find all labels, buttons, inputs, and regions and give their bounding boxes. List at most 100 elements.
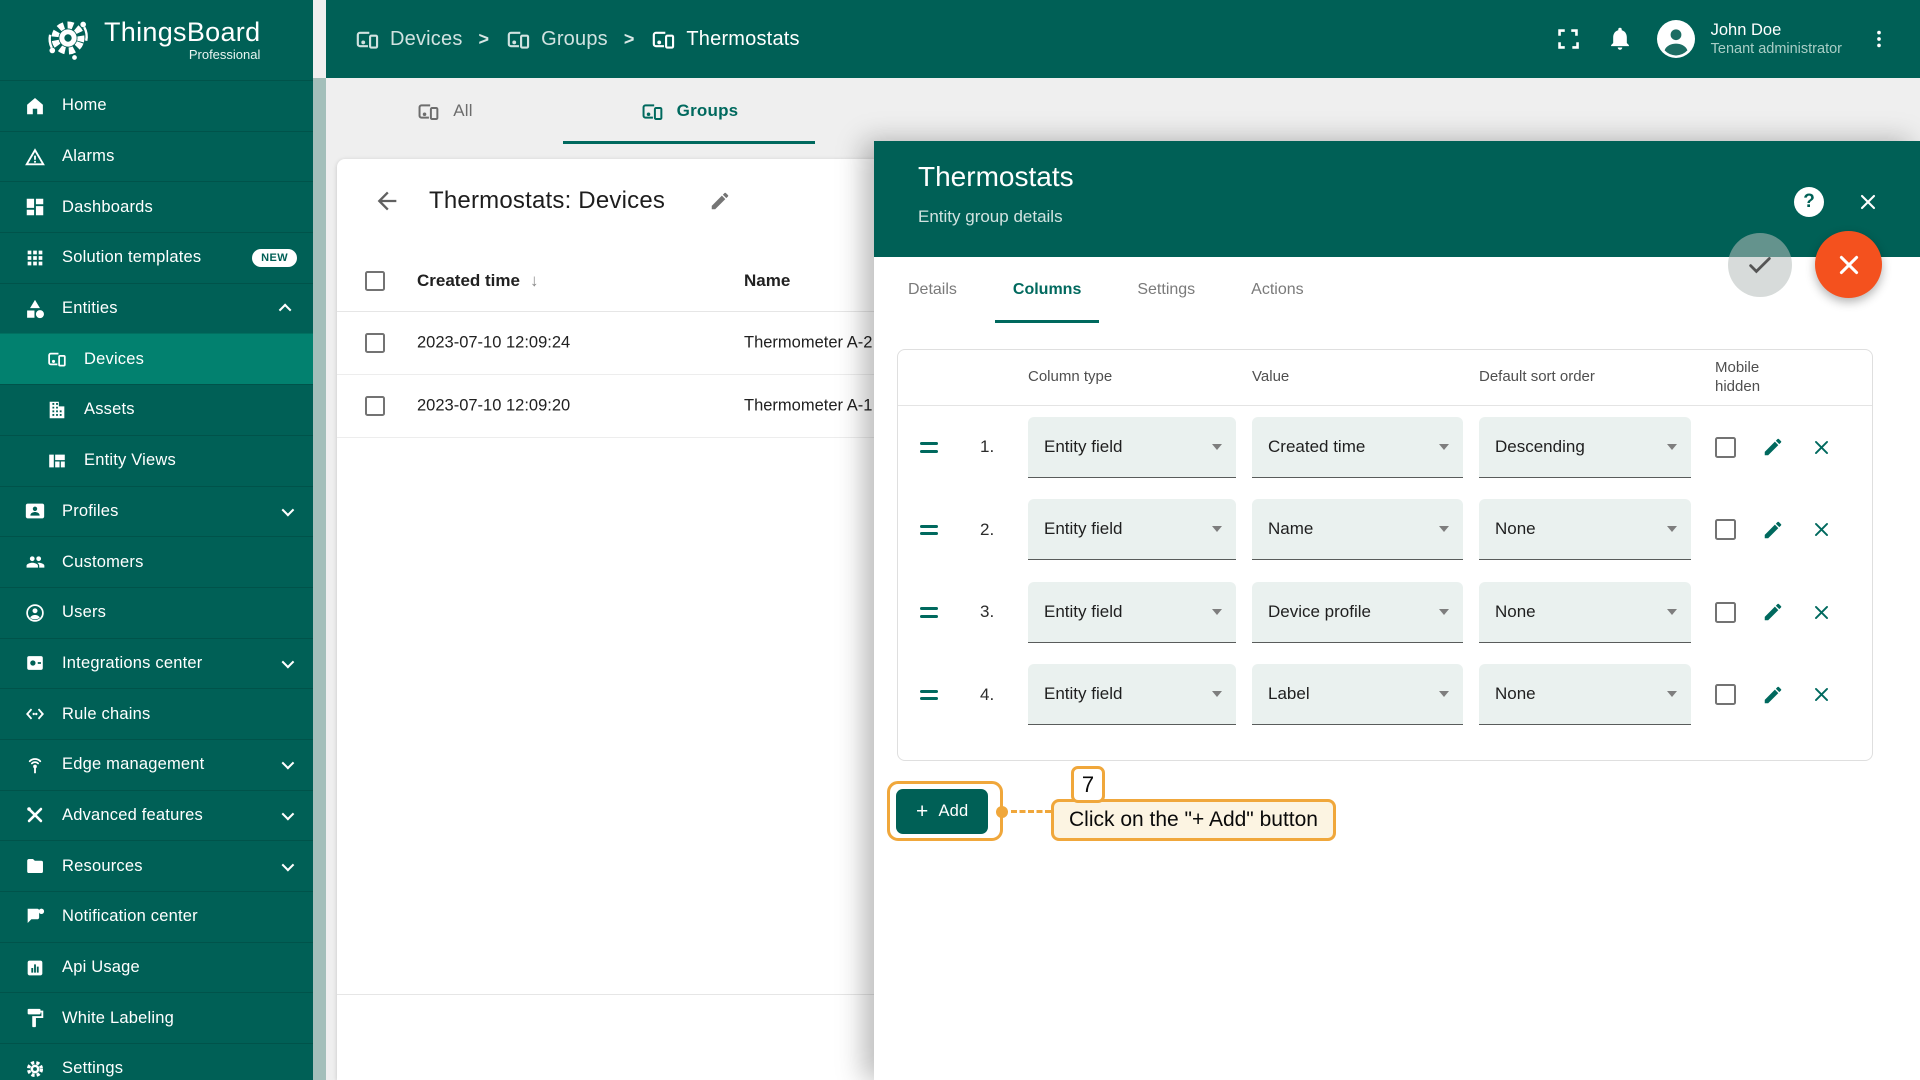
sidebar-item-notification-center[interactable]: Notification center [0,891,313,942]
advanced-features-icon [24,804,46,826]
sidebar-item-rule-chains[interactable]: Rule chains [0,688,313,739]
mobile-hidden-checkbox[interactable] [1715,519,1736,541]
tab-groups[interactable]: Groups [563,78,815,144]
drag-handle-icon[interactable] [920,607,938,618]
sidebar-item-solution-templates[interactable]: Solution templates NEW [0,232,313,283]
sidebar-item-edge-management[interactable]: Edge management [0,738,313,790]
chevron-down-icon [281,858,295,872]
edit-column-pencil-icon[interactable] [1762,436,1784,458]
tab-all[interactable]: All [326,78,563,144]
sidebar-item-dashboards[interactable]: Dashboards [0,181,313,232]
edit-title-pencil-icon[interactable] [709,190,731,212]
remove-column-x-icon[interactable] [1812,603,1831,622]
value-select[interactable]: Created time [1252,416,1463,478]
tab-details[interactable]: Details [880,257,985,323]
integrations-icon [24,652,46,674]
chevron-down-icon [281,807,295,821]
apply-changes-check-button[interactable] [1728,233,1792,297]
sidebar-item-alarms[interactable]: Alarms [0,130,313,182]
sort-order-select[interactable]: None [1479,581,1691,643]
column-type-select[interactable]: Entity field [1028,664,1236,726]
notifications-bell-icon[interactable] [1605,24,1635,54]
help-icon[interactable]: ? [1794,187,1824,217]
mobile-hidden-checkbox[interactable] [1715,436,1736,458]
tab-columns[interactable]: Columns [985,257,1109,323]
value-select[interactable]: Device profile [1252,581,1463,643]
entity-view-tabs: All Groups [326,78,1920,144]
sort-order-select[interactable]: None [1479,499,1691,561]
drag-handle-icon[interactable] [920,689,938,700]
sidebar-item-entities[interactable]: Entities [0,282,313,334]
select-all-checkbox[interactable] [365,271,385,291]
sidebar-item-api-usage[interactable]: Api Usage [0,941,313,993]
user-avatar[interactable] [1656,20,1695,58]
sidebar-item-devices[interactable]: Devices [0,333,313,385]
value-select[interactable]: Name [1252,499,1463,561]
dropdown-caret-icon [1667,443,1677,450]
remove-column-x-icon[interactable] [1812,520,1831,539]
row-checkbox[interactable] [365,333,385,353]
header-column-type: Column type [1028,368,1113,386]
drag-handle-icon[interactable] [920,524,938,535]
sidebar-item-settings[interactable]: Settings [0,1043,313,1080]
breadcrumb-separator: > [478,28,490,49]
column-header-created-time[interactable]: Created time ↓ [417,271,538,291]
sidebar-item-customers[interactable]: Customers [0,536,313,587]
edge-management-icon [24,754,46,776]
row-index: 4. [980,684,995,704]
entity-group-details-panel: Thermostats Entity group details ? Detai… [874,141,1920,1080]
sidebar-item-profiles[interactable]: Profiles [0,485,313,537]
value-select[interactable]: Label [1252,664,1463,726]
cancel-close-fab-button[interactable] [1815,231,1882,298]
close-icon[interactable] [1856,190,1880,214]
sidebar-item-home[interactable]: Home [0,80,313,131]
dropdown-caret-icon [1439,443,1449,450]
sidebar-item-white-labeling[interactable]: White Labeling [0,992,313,1043]
column-type-select[interactable]: Entity field [1028,499,1236,561]
mobile-hidden-checkbox[interactable] [1715,684,1736,706]
sidebar-item-advanced-features[interactable]: Advanced features [0,789,313,841]
breadcrumb-separator: > [623,28,635,49]
plus-icon: + [916,800,929,823]
mobile-hidden-checkbox[interactable] [1715,601,1736,623]
sidebar-item-users[interactable]: Users [0,586,313,638]
row-checkbox[interactable] [365,396,385,416]
dashboards-icon [24,196,46,218]
kebab-menu-icon[interactable] [1864,24,1894,54]
drag-handle-icon[interactable] [920,442,938,453]
user-info[interactable]: John Doe Tenant administrator [1711,20,1842,59]
row-index: 2. [980,519,995,539]
column-type-select[interactable]: Entity field [1028,416,1236,478]
sidebar-item-assets[interactable]: Assets [0,384,313,435]
sidebar-scrollbar[interactable] [313,78,326,1080]
devices-icon [650,26,677,53]
breadcrumb-thermostats[interactable]: Thermostats [650,26,800,53]
column-header-name[interactable]: Name [744,271,790,291]
page-title: Thermostats: Devices [429,187,666,214]
remove-column-x-icon[interactable] [1812,685,1831,704]
devices-icon [640,99,665,124]
sort-order-select[interactable]: Descending [1479,416,1691,478]
edit-column-pencil-icon[interactable] [1762,684,1784,706]
sidebar-nav: Home Alarms Dashboards Solution template… [0,80,313,1080]
back-arrow-icon[interactable] [373,187,401,215]
annotation-instruction-label: Click on the "+ Add" button [1051,799,1336,841]
add-column-button[interactable]: + Add [896,789,989,834]
sidebar-item-entity-views[interactable]: Entity Views [0,434,313,486]
tab-settings[interactable]: Settings [1109,257,1223,323]
dropdown-caret-icon [1212,608,1222,615]
sort-order-select[interactable]: None [1479,664,1691,726]
remove-column-x-icon[interactable] [1812,438,1831,457]
breadcrumb-devices[interactable]: Devices [354,26,463,53]
edit-column-pencil-icon[interactable] [1762,601,1784,623]
edit-column-pencil-icon[interactable] [1762,519,1784,541]
column-type-select[interactable]: Entity field [1028,581,1236,643]
sidebar-item-integrations-center[interactable]: Integrations center [0,637,313,689]
breadcrumb: Devices > Groups > Thermostats [354,26,800,53]
thingsboard-logo[interactable]: ThingsBoard Professional [0,0,313,80]
sidebar-item-resources[interactable]: Resources [0,840,313,891]
breadcrumb-groups[interactable]: Groups [505,26,608,53]
fullscreen-icon[interactable] [1553,24,1583,54]
notification-icon [24,906,46,928]
tab-actions[interactable]: Actions [1223,257,1331,323]
